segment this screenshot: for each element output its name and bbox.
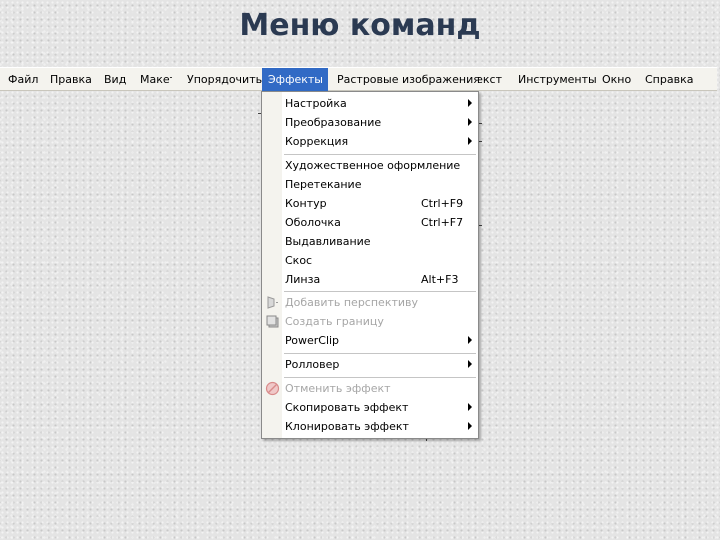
menu-item-label: Отменить эффект bbox=[285, 382, 391, 395]
slide-title: Меню команд bbox=[239, 8, 481, 43]
menu-item-label: Скос bbox=[285, 254, 313, 267]
menu-item-lens[interactable]: Линза Alt+F3 bbox=[262, 270, 478, 289]
menu-item-envelope[interactable]: Оболочка Ctrl+F7 bbox=[262, 213, 478, 232]
clear-effect-icon bbox=[265, 381, 280, 396]
menu-arrange[interactable]: Упорядочить bbox=[187, 68, 262, 91]
menu-effects[interactable]: Эффекты bbox=[262, 68, 328, 91]
menu-item-add-perspective[interactable]: Добавить перспективу bbox=[262, 293, 478, 312]
boundary-icon bbox=[266, 315, 279, 328]
menu-item-label: Линза bbox=[285, 273, 321, 286]
menu-item-clear-effect[interactable]: Отменить эффект bbox=[262, 379, 478, 398]
menu-file[interactable]: Файл bbox=[8, 68, 38, 91]
submenu-arrow-icon bbox=[468, 403, 472, 411]
menu-item-create-boundary[interactable]: Создать границу bbox=[262, 312, 478, 331]
menu-item-label: PowerClip bbox=[285, 334, 340, 347]
menu-item-rollover[interactable]: Ролловер bbox=[262, 355, 478, 374]
menu-item-label: Преобразование bbox=[285, 116, 382, 129]
menu-item-label: Создать границу bbox=[285, 315, 384, 328]
menu-item-shortcut: Ctrl+F9 bbox=[421, 197, 464, 210]
menu-item-adjust[interactable]: Настройка bbox=[262, 94, 478, 113]
submenu-arrow-icon bbox=[468, 336, 472, 344]
menu-view[interactable]: Вид bbox=[104, 68, 126, 91]
menu-item-artistic-media[interactable]: Художественное оформление bbox=[262, 156, 478, 175]
menu-text[interactable]: Текст bbox=[478, 68, 502, 91]
menu-item-extrude[interactable]: Выдавливание bbox=[262, 232, 478, 251]
menu-item-label: Художественное оформление bbox=[285, 159, 461, 172]
menu-item-label: Добавить перспективу bbox=[285, 296, 419, 309]
effects-dropdown-menu: Настройка Преобразование Коррекция Худож… bbox=[261, 91, 479, 439]
menu-item-shortcut: Alt+F3 bbox=[421, 273, 459, 286]
menu-item-label: Коррекция bbox=[285, 135, 349, 148]
submenu-arrow-icon bbox=[468, 360, 472, 368]
menu-item-label: Контур bbox=[285, 197, 327, 210]
submenu-arrow-icon bbox=[468, 137, 472, 145]
menu-item-label: Ролловер bbox=[285, 358, 340, 371]
menu-separator bbox=[284, 154, 476, 155]
menu-separator bbox=[284, 353, 476, 354]
menu-item-label: Перетекание bbox=[285, 178, 362, 191]
submenu-arrow-icon bbox=[468, 118, 472, 126]
menu-item-copy-effect[interactable]: Скопировать эффект bbox=[262, 398, 478, 417]
menu-item-label: Настройка bbox=[285, 97, 347, 110]
menu-bitmaps[interactable]: Растровые изображения bbox=[337, 68, 480, 91]
submenu-arrow-icon bbox=[468, 422, 472, 430]
menu-item-label: Скопировать эффект bbox=[285, 401, 409, 414]
menu-separator bbox=[284, 377, 476, 378]
menu-bar: Файл Правка Вид Макет Упорядочить Эффект… bbox=[0, 67, 717, 91]
menu-item-bevel[interactable]: Скос bbox=[262, 251, 478, 270]
menu-tools[interactable]: Инструменты bbox=[518, 68, 597, 91]
menu-edit[interactable]: Правка bbox=[50, 68, 92, 91]
menu-layout[interactable]: Макет bbox=[140, 68, 172, 91]
menu-item-blend[interactable]: Перетекание bbox=[262, 175, 478, 194]
menu-window[interactable]: Окно bbox=[602, 68, 631, 91]
menu-item-correction[interactable]: Коррекция bbox=[262, 132, 478, 151]
menu-separator bbox=[284, 291, 476, 292]
menu-item-powerclip[interactable]: PowerClip bbox=[262, 331, 478, 350]
perspective-icon bbox=[267, 296, 278, 309]
menu-item-contour[interactable]: Контур Ctrl+F9 bbox=[262, 194, 478, 213]
menu-item-shortcut: Ctrl+F7 bbox=[421, 216, 464, 229]
menu-item-label: Оболочка bbox=[285, 216, 341, 229]
menu-item-label: Выдавливание bbox=[285, 235, 371, 248]
menu-item-transform[interactable]: Преобразование bbox=[262, 113, 478, 132]
submenu-arrow-icon bbox=[468, 99, 472, 107]
menu-item-clone-effect[interactable]: Клонировать эффект bbox=[262, 417, 478, 436]
menu-help[interactable]: Справка bbox=[645, 68, 693, 91]
menu-item-label: Клонировать эффект bbox=[285, 420, 409, 433]
